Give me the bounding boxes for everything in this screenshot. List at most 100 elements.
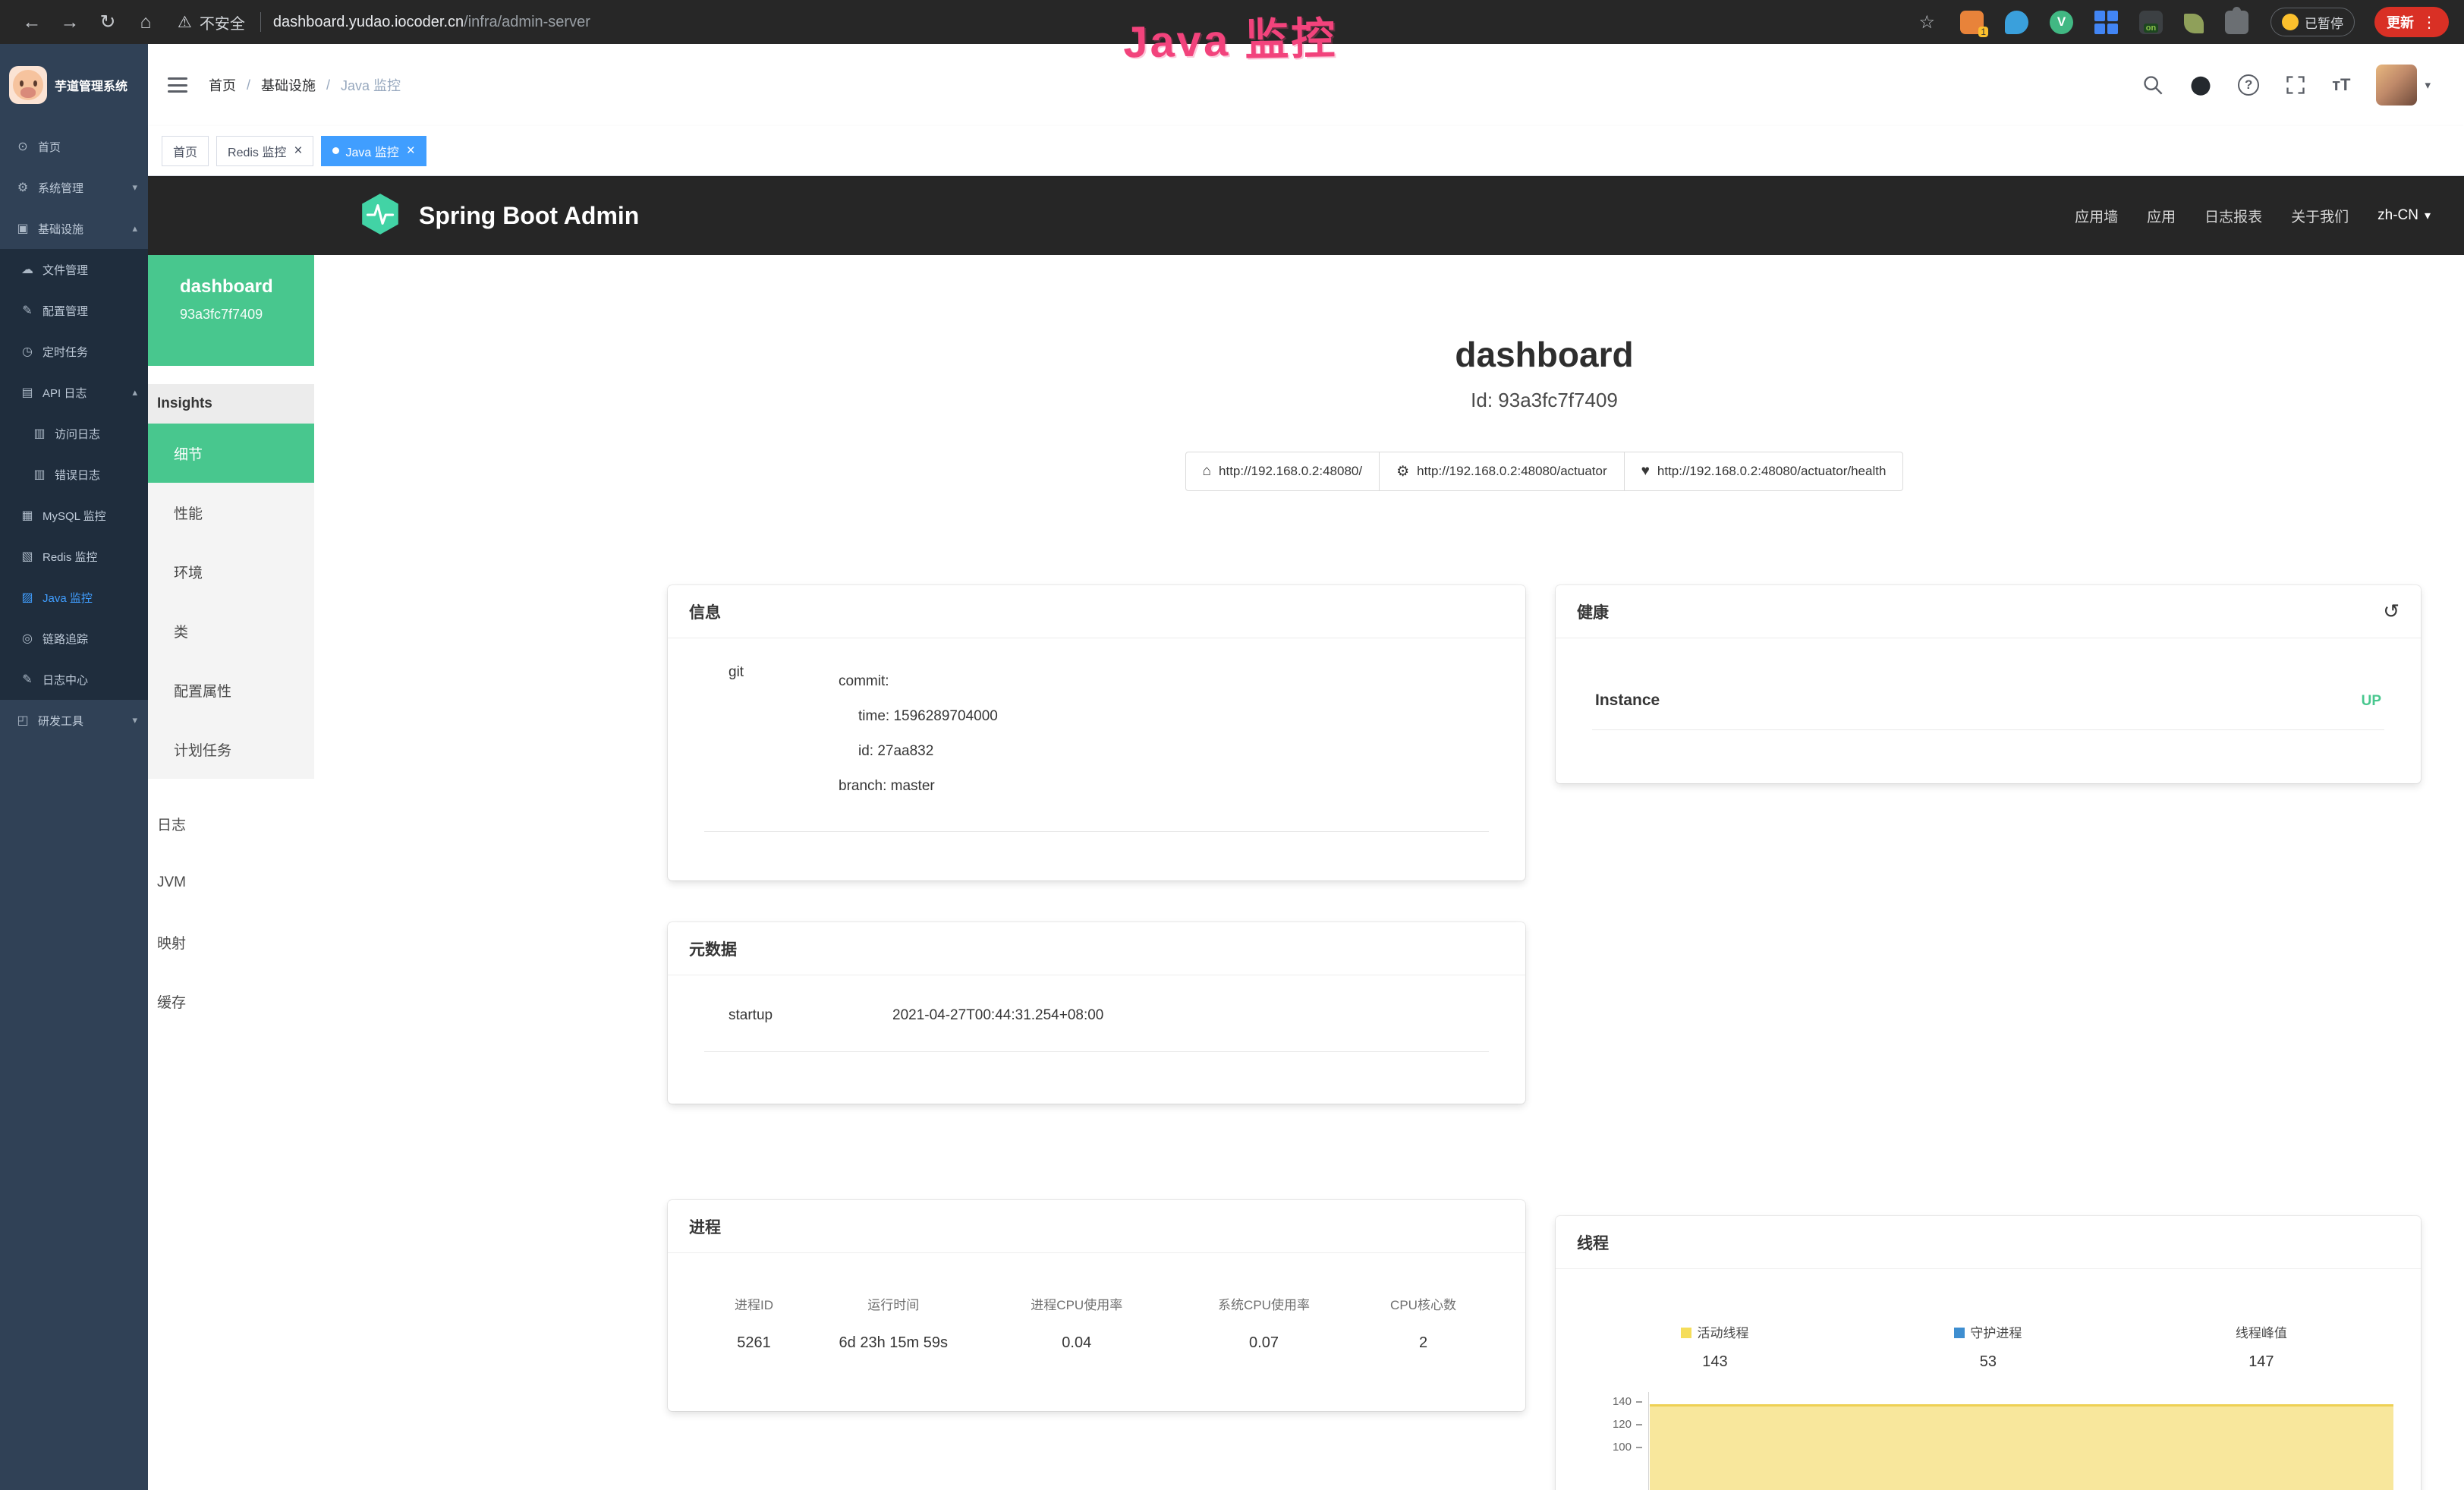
sidebar-item-label: MySQL 监控 bbox=[42, 508, 106, 524]
sidebar-item-error-log[interactable]: ▥ 错误日志 bbox=[0, 454, 148, 495]
close-icon[interactable]: × bbox=[294, 143, 302, 158]
droplet-extension-icon[interactable] bbox=[2005, 11, 2028, 34]
health-card: 健康 ↺ Instance UP bbox=[1556, 585, 2421, 783]
sidebar-item-scheduled-job[interactable]: ◷ 定时任务 bbox=[0, 331, 148, 372]
site-security-chip[interactable]: ⚠ 不安全 bbox=[178, 11, 269, 33]
timer-icon: ◷ bbox=[20, 344, 35, 359]
address-bar[interactable]: dashboard.yudao.iocoder.cn/infra/admin-s… bbox=[273, 14, 590, 31]
wrench-icon: ⚙ bbox=[1396, 463, 1409, 480]
threads-legend: 活动线程 143 守护进程 53 bbox=[1578, 1322, 2398, 1371]
page-title: dashboard bbox=[668, 334, 2421, 375]
breadcrumb-infra[interactable]: 基础设施 bbox=[261, 75, 316, 95]
actuator-url-button[interactable]: ⚙ http://192.168.0.2:48080/actuator bbox=[1379, 452, 1625, 491]
service-url-button[interactable]: ⌂ http://192.168.0.2:48080/ bbox=[1185, 452, 1380, 491]
startup-value: 2021-04-27T00:44:31.254+08:00 bbox=[892, 1007, 1103, 1024]
profile-paused-capsule[interactable]: 已暂停 bbox=[2270, 8, 2355, 36]
fox-extension-icon[interactable]: 1 bbox=[1960, 11, 1984, 34]
redis-db-icon: ▧ bbox=[20, 549, 35, 564]
sidebar-item-label: 基础设施 bbox=[38, 221, 83, 237]
font-size-icon[interactable]: тT bbox=[2332, 75, 2350, 95]
switch-extension-icon[interactable]: on bbox=[2139, 11, 2163, 34]
sba-nav: 应用墙 应用 日志报表 关于我们 zh-CN ▾ bbox=[2075, 206, 2431, 226]
startup-key: startup bbox=[729, 1007, 892, 1024]
search-icon[interactable] bbox=[2142, 74, 2163, 96]
sba-nav-journal[interactable]: 日志报表 bbox=[2204, 206, 2262, 226]
history-icon[interactable]: ↺ bbox=[2383, 600, 2399, 623]
active-dot bbox=[332, 147, 339, 154]
sidebar-item-redis-monitor[interactable]: ▧ Redis 监控 bbox=[0, 536, 148, 577]
grid-extension-icon[interactable] bbox=[2094, 11, 2118, 34]
tag-redis-monitor[interactable]: Redis 监控 × bbox=[216, 136, 313, 166]
insights-group: Insights 细节 性能 环境 类 配置属性 计划任务 bbox=[148, 384, 314, 779]
sba-item-mappings[interactable]: 映射 bbox=[148, 912, 314, 972]
vue-devtools-icon[interactable]: V bbox=[2050, 11, 2073, 34]
sba-item-config-props[interactable]: 配置属性 bbox=[148, 660, 314, 720]
chevron-down-icon: ▾ bbox=[132, 181, 137, 194]
threads-card: 线程 活动线程 143 守护进程 bbox=[1556, 1216, 2421, 1490]
sidebar-item-mysql-monitor[interactable]: ▦ MySQL 监控 bbox=[0, 495, 148, 536]
process-card: 进程 进程ID 运行时间 进程CPU使用率 系统CPU使用率 CPU核心数 bbox=[668, 1200, 1525, 1411]
sidebar-item-file-manage[interactable]: ☁ 文件管理 bbox=[0, 249, 148, 290]
back-icon[interactable]: ← bbox=[15, 11, 49, 33]
git-key: git bbox=[729, 664, 839, 804]
reload-icon[interactable]: ↻ bbox=[91, 11, 124, 33]
bookmark-star-icon[interactable]: ☆ bbox=[1918, 11, 1935, 33]
sidebar-item-dev-tools[interactable]: ◰ 研发工具 ▾ bbox=[0, 700, 148, 741]
health-instance-row[interactable]: Instance UP bbox=[1592, 691, 2384, 730]
sba-language-select[interactable]: zh-CN ▾ bbox=[2377, 207, 2431, 224]
close-icon[interactable]: × bbox=[407, 143, 415, 158]
sidebar-item-infra[interactable]: ▣ 基础设施 ▴ bbox=[0, 208, 148, 249]
gear-icon: ⚙ bbox=[15, 180, 30, 195]
sidebar-item-trace[interactable]: ◎ 链路追踪 bbox=[0, 618, 148, 659]
tag-java-monitor[interactable]: Java 监控 × bbox=[321, 136, 426, 166]
profile-smiley-icon bbox=[2282, 14, 2299, 30]
forward-icon[interactable]: → bbox=[53, 11, 87, 33]
tag-label: Java 监控 bbox=[345, 142, 398, 160]
sba-item-caches[interactable]: 缓存 bbox=[148, 972, 314, 1031]
health-url-button[interactable]: ♥ http://192.168.0.2:48080/actuator/heal… bbox=[1624, 452, 1904, 491]
app-logo[interactable]: 芋道管理系统 bbox=[0, 44, 148, 126]
sba-nav-wallboard[interactable]: 应用墙 bbox=[2075, 206, 2118, 226]
sba-item-jvm[interactable]: JVM bbox=[148, 853, 314, 912]
sba-item-scheduled-tasks[interactable]: 计划任务 bbox=[148, 720, 314, 779]
process-cpu-value: 0.04 bbox=[977, 1334, 1177, 1352]
tag-home[interactable]: 首页 bbox=[162, 136, 209, 166]
hamburger-icon[interactable] bbox=[168, 77, 187, 93]
sidebar-item-home[interactable]: ⊙ 首页 bbox=[0, 126, 148, 167]
sidebar-item-config-manage[interactable]: ✎ 配置管理 bbox=[0, 290, 148, 331]
sba-item-details[interactable]: 细节 bbox=[148, 424, 314, 483]
sba-nav-about[interactable]: 关于我们 bbox=[2291, 206, 2349, 226]
leaf-extension-icon[interactable] bbox=[2184, 14, 2204, 33]
instance-header[interactable]: dashboard 93a3fc7f7409 bbox=[148, 255, 314, 366]
github-icon[interactable] bbox=[2189, 74, 2212, 96]
sba-nav-applications[interactable]: 应用 bbox=[2147, 206, 2176, 226]
sidebar-item-access-log[interactable]: ▥ 访问日志 bbox=[0, 413, 148, 454]
fullscreen-icon[interactable] bbox=[2285, 74, 2306, 96]
sidebar-item-system[interactable]: ⚙ 系统管理 ▾ bbox=[0, 167, 148, 208]
chevron-up-icon: ▴ bbox=[132, 222, 137, 235]
chrome-update-button[interactable]: 更新 ⋮ bbox=[2374, 7, 2449, 37]
git-branch-line: branch: master bbox=[839, 769, 998, 804]
sidebar-item-api-log[interactable]: ▤ API 日志 ▴ bbox=[0, 372, 148, 413]
sba-item-classes[interactable]: 类 bbox=[148, 601, 314, 660]
peak-threads-label: 线程峰值 bbox=[2236, 1326, 2287, 1340]
sidebar-item-label: 链路追踪 bbox=[42, 631, 88, 647]
system-cpu-value: 0.07 bbox=[1176, 1334, 1352, 1352]
help-icon[interactable]: ? bbox=[2238, 74, 2259, 96]
kebab-menu-icon[interactable]: ⋮ bbox=[2422, 13, 2437, 32]
chevron-down-icon: ▾ bbox=[132, 714, 137, 726]
extensions-puzzle-icon[interactable] bbox=[2225, 11, 2248, 34]
browser-home-icon[interactable]: ⌂ bbox=[129, 11, 162, 33]
tag-label: Redis 监控 bbox=[228, 142, 286, 160]
sba-item-environment[interactable]: 环境 bbox=[148, 542, 314, 601]
sba-item-logs[interactable]: 日志 bbox=[148, 794, 314, 853]
breadcrumb-home[interactable]: 首页 bbox=[209, 75, 236, 95]
sidebar-item-java-monitor[interactable]: ▨ Java 监控 bbox=[0, 577, 148, 618]
user-menu[interactable]: ▾ bbox=[2376, 65, 2431, 106]
process-table-header: 进程ID 运行时间 进程CPU使用率 系统CPU使用率 CPU核心数 bbox=[698, 1294, 1495, 1313]
sidebar-item-log-center[interactable]: ✎ 日志中心 bbox=[0, 659, 148, 700]
breadcrumb-current: Java 监控 bbox=[341, 75, 401, 95]
chart-plot-area bbox=[1648, 1392, 2398, 1490]
update-label: 更新 bbox=[2387, 12, 2414, 32]
sba-item-performance[interactable]: 性能 bbox=[148, 483, 314, 542]
